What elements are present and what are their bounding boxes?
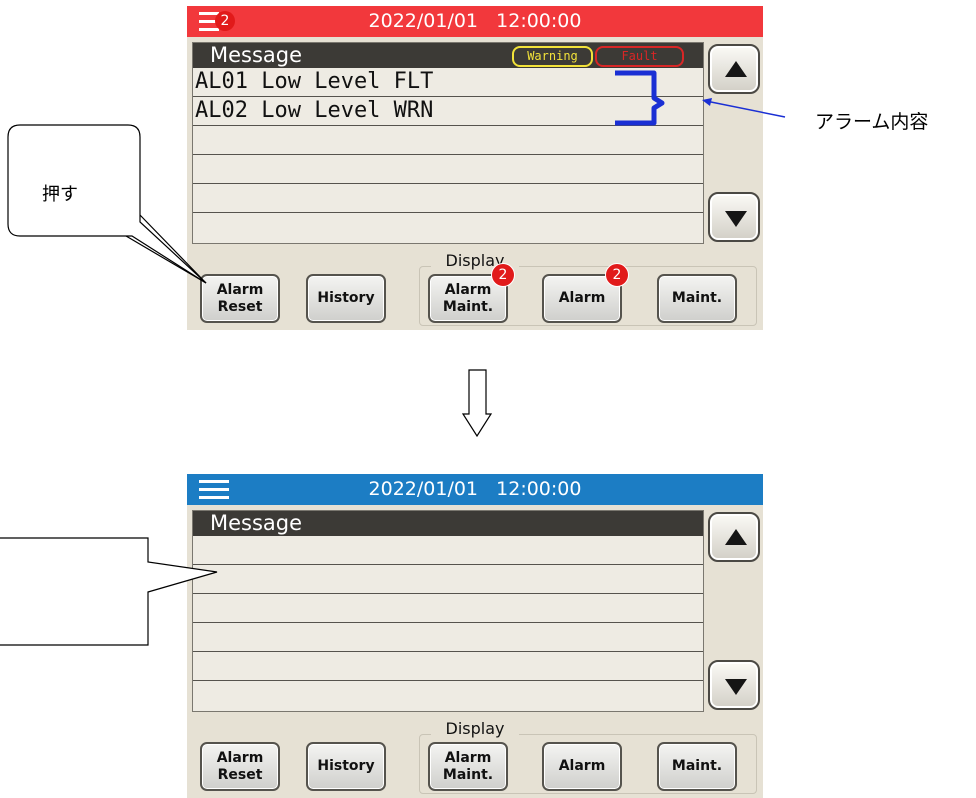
cleared-callout xyxy=(0,537,218,646)
